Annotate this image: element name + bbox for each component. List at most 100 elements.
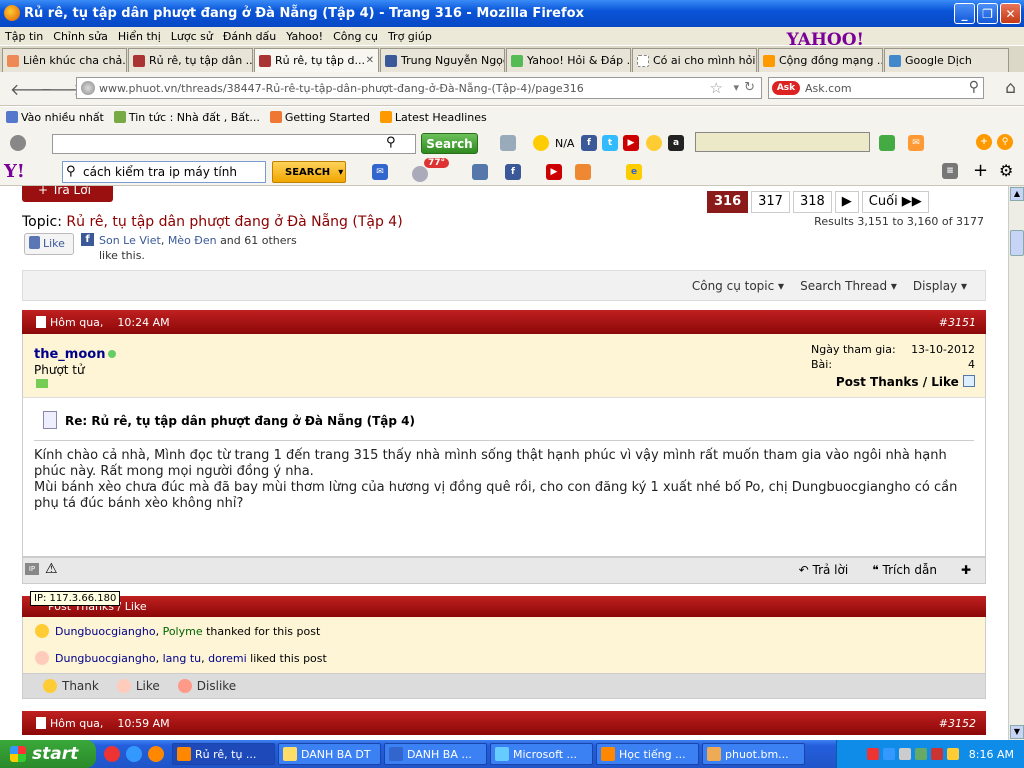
- post-number[interactable]: #3151: [939, 316, 976, 329]
- fb-user-link[interactable]: Mèo Đen: [168, 234, 217, 247]
- tab-1[interactable]: Liên khúc cha chả...: [2, 48, 127, 72]
- page-last[interactable]: Cuối ▶▶: [861, 191, 929, 213]
- ebay-icon[interactable]: e: [626, 164, 642, 180]
- ask-search-box[interactable]: Ask Ask.com ⚲: [768, 77, 984, 99]
- gear-icon[interactable]: ⚙: [999, 161, 1013, 180]
- topic-title[interactable]: Rủ rê, tụ tập dân phượt đang ở Đà Nẵng (…: [66, 214, 402, 230]
- volume-icon[interactable]: [946, 748, 959, 760]
- menu-tools[interactable]: Công cụ: [328, 30, 383, 43]
- plus-icon[interactable]: +: [973, 160, 988, 181]
- tray-icon[interactable]: [914, 748, 927, 760]
- multi-quote-button[interactable]: ✚: [961, 563, 971, 577]
- search-icon[interactable]: ⚲: [386, 135, 396, 150]
- tab-6[interactable]: Có ai cho mình hỏi...: [632, 48, 757, 72]
- user-link[interactable]: lang tu: [163, 652, 202, 665]
- url-bar[interactable]: www.phuot.vn/threads/38447-Rủ-rê-tụ-tập-…: [76, 77, 762, 99]
- dislike-button[interactable]: Dislike: [177, 679, 236, 693]
- facebook-icon[interactable]: f: [581, 135, 597, 151]
- page-link[interactable]: 317: [751, 191, 790, 213]
- news-icon[interactable]: [472, 164, 488, 180]
- camera-icon[interactable]: [879, 135, 895, 151]
- post-thanks-link[interactable]: Post Thanks / Like: [811, 375, 975, 390]
- menu-bookmarks[interactable]: Đánh dấu: [218, 30, 281, 43]
- back-arrow-icon[interactable]: 🡐: [10, 79, 53, 99]
- tray-icon[interactable]: [866, 748, 879, 760]
- chrome-icon[interactable]: [104, 746, 120, 762]
- scroll-down-icon[interactable]: ▼: [1010, 725, 1024, 739]
- facebook-like-button[interactable]: Like: [24, 233, 74, 255]
- reply-post-button[interactable]: ↶ Trả lời: [799, 563, 849, 577]
- user-link[interactable]: Dungbuocgiangho: [55, 625, 156, 638]
- user-link[interactable]: Dungbuocgiangho: [55, 652, 156, 665]
- scroll-thumb[interactable]: [1010, 230, 1024, 256]
- fb-user-link[interactable]: Son Le Viet: [99, 234, 161, 247]
- display-menu[interactable]: Display ▾: [913, 279, 967, 293]
- twitter-icon[interactable]: t: [602, 135, 618, 151]
- amazon-icon[interactable]: a: [668, 135, 684, 151]
- reply-button[interactable]: + Trả Lời: [22, 186, 113, 202]
- user-link[interactable]: Polyme: [163, 625, 203, 638]
- yahoo-toolbar-logo[interactable]: Y!: [4, 161, 25, 182]
- youtube-icon[interactable]: ▶: [546, 164, 562, 180]
- tab-7[interactable]: Cộng đồng mạng ...: [758, 48, 883, 72]
- search-thread-menu[interactable]: Search Thread ▾: [800, 279, 897, 293]
- task-firefox[interactable]: Rủ rê, tụ ...: [172, 743, 275, 765]
- tray-icon[interactable]: [882, 748, 895, 760]
- minimize-button[interactable]: _: [954, 3, 975, 24]
- weather-sun-icon[interactable]: [533, 135, 549, 151]
- toolbar-logo-icon[interactable]: [10, 135, 26, 151]
- puzzle-icon[interactable]: [575, 164, 591, 180]
- maximize-button[interactable]: ❐: [977, 3, 998, 24]
- weather-cloud-icon[interactable]: [412, 166, 428, 182]
- forward-arrow-icon[interactable]: 🡒: [40, 79, 83, 99]
- youtube-icon[interactable]: ▶: [623, 135, 639, 151]
- bookmark-latest-headlines[interactable]: Latest Headlines: [374, 111, 491, 124]
- mail-icon[interactable]: ✉: [372, 164, 388, 180]
- clock[interactable]: 8:16 AM: [969, 748, 1014, 761]
- menu-file[interactable]: Tập tin: [0, 30, 48, 43]
- highlight-icon[interactable]: [500, 135, 516, 151]
- task-firefox-2[interactable]: Học tiếng ...: [596, 743, 699, 765]
- menu-view[interactable]: Hiển thị: [113, 30, 166, 43]
- reload-icon[interactable]: ↻: [744, 80, 755, 95]
- task-word[interactable]: DANH BA ...: [384, 743, 487, 765]
- firefox-icon[interactable]: [148, 746, 164, 762]
- ie-icon[interactable]: [126, 746, 142, 762]
- close-tab-icon[interactable]: ✕: [366, 55, 374, 66]
- facebook-icon[interactable]: f: [505, 164, 521, 180]
- menu-help[interactable]: Trợ giúp: [383, 30, 437, 43]
- menu-history[interactable]: Lược sử: [166, 30, 218, 43]
- topic-tools-menu[interactable]: Công cụ topic ▾: [692, 279, 784, 293]
- toolbar-search-button[interactable]: Search: [421, 133, 478, 154]
- list-icon[interactable]: ≡: [942, 163, 958, 179]
- scroll-up-icon[interactable]: ▲: [1010, 187, 1024, 201]
- yahoo-search-input[interactable]: ⚲ cách kiểm tra ip máy tính: [62, 161, 266, 183]
- tab-3-active[interactable]: Rủ rê, tụ tập d... ✕: [254, 48, 379, 72]
- menu-edit[interactable]: Chỉnh sửa: [48, 30, 113, 43]
- search-circle-icon[interactable]: ⚲: [997, 134, 1013, 150]
- warning-icon[interactable]: ⚠: [45, 561, 58, 577]
- menu-yahoo[interactable]: Yahoo!: [281, 30, 328, 43]
- bookmark-news[interactable]: Tin tức : Nhà đất , Bất...: [108, 111, 264, 124]
- tab-8[interactable]: Google Dịch: [884, 48, 1009, 72]
- toolbar-search-input[interactable]: [52, 134, 416, 154]
- tray-icon[interactable]: [898, 748, 911, 760]
- tab-4[interactable]: Trung Nguyễn Ngọc: [380, 48, 505, 72]
- task-paint[interactable]: phuot.bm...: [702, 743, 805, 765]
- tab-5[interactable]: Yahoo! Hỏi & Đáp ...: [506, 48, 631, 72]
- task-microsoft[interactable]: Microsoft ...: [490, 743, 593, 765]
- tab-2[interactable]: Rủ rê, tụ tập dân ...: [128, 48, 253, 72]
- thank-button[interactable]: Thank: [43, 679, 99, 693]
- quote-button[interactable]: ❝ Trích dẫn: [872, 563, 937, 577]
- page-link[interactable]: 318: [792, 191, 832, 213]
- bookmark-getting-started[interactable]: Getting Started: [264, 111, 374, 124]
- tray-icon[interactable]: [930, 748, 943, 760]
- ip-icon[interactable]: IP: [25, 563, 39, 575]
- bookmark-most-visited[interactable]: Vào nhiều nhất: [0, 111, 108, 124]
- close-button[interactable]: ✕: [1000, 3, 1021, 24]
- start-button[interactable]: start: [0, 740, 96, 768]
- yahoo-search-button[interactable]: SEARCH ▾: [272, 161, 346, 183]
- like-button[interactable]: Like: [116, 679, 160, 693]
- task-folder[interactable]: DANH BA DT: [278, 743, 381, 765]
- mail-icon[interactable]: ✉: [908, 135, 924, 151]
